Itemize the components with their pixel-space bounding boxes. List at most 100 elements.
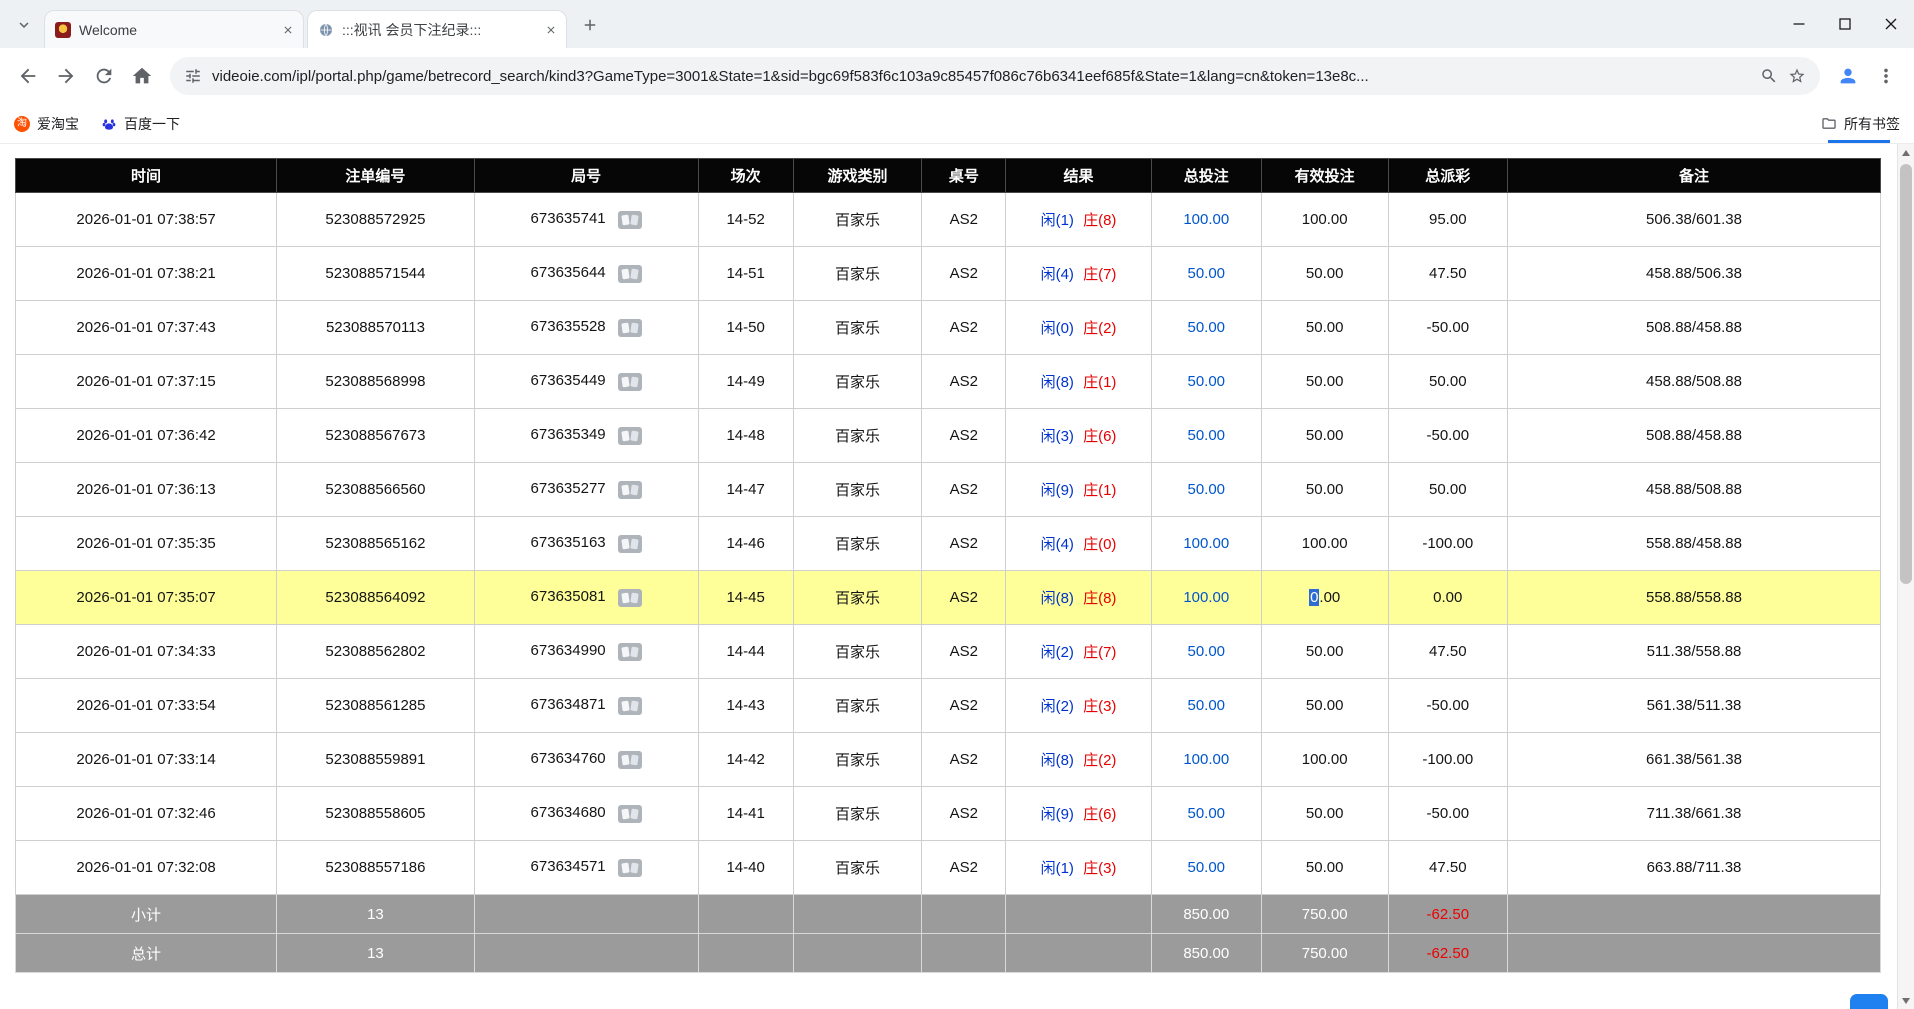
home-button[interactable] [124,58,160,94]
refresh-button[interactable] [86,58,122,94]
subtotal-label: 小计 [16,895,277,934]
cell-remark: 663.88/711.38 [1507,841,1880,895]
total-bet-link[interactable]: 50.00 [1187,805,1225,822]
scrollbar-up-arrow[interactable] [1898,144,1914,161]
view-cards-icon[interactable] [618,751,642,769]
scrollbar-down-arrow[interactable] [1898,992,1914,1009]
minimize-button[interactable] [1776,0,1822,48]
view-cards-icon[interactable] [618,265,642,283]
view-cards-icon[interactable] [618,535,642,553]
cell-time: 2026-01-01 07:35:35 [16,517,277,571]
cell-time: 2026-01-01 07:33:14 [16,733,277,787]
table-row[interactable]: 2026-01-01 07:32:46 523088558605 6736346… [16,787,1881,841]
table-row[interactable]: 2026-01-01 07:35:35 523088565162 6736351… [16,517,1881,571]
col-header-time: 时间 [16,159,277,193]
result-player: 闲(3) [1041,428,1074,445]
view-cards-icon[interactable] [618,319,642,337]
total-bet-link[interactable]: 50.00 [1187,265,1225,282]
cell-table-no: AS2 [922,571,1006,625]
total-bet-link[interactable]: 50.00 [1187,427,1225,444]
cell-result: 闲(8) 庄(1) [1006,355,1151,409]
bookmark-baidu[interactable]: 百度一下 [101,114,180,134]
page-scrollbar[interactable] [1897,144,1914,1009]
cell-round: 673635277 [474,463,698,517]
cell-total-bet: 50.00 [1151,355,1261,409]
result-player: 闲(9) [1041,806,1074,823]
new-tab-button[interactable] [576,11,604,39]
total-bet-link[interactable]: 100.00 [1183,751,1229,768]
cell-payout: -100.00 [1388,517,1507,571]
forward-button[interactable] [48,58,84,94]
total-bet-link[interactable]: 50.00 [1187,481,1225,498]
address-bar[interactable]: videoie.com/ipl/portal.php/game/betrecor… [170,57,1820,95]
tab-close-icon[interactable] [542,21,560,39]
scrollbar-thumb[interactable] [1900,164,1912,584]
bookmark-taobao[interactable]: 淘 爱淘宝 [14,114,79,134]
cell-game-type: 百家乐 [793,679,922,733]
cell-remark: 508.88/458.88 [1507,409,1880,463]
table-row[interactable]: 2026-01-01 07:37:15 523088568998 6736354… [16,355,1881,409]
table-row[interactable]: 2026-01-01 07:36:42 523088567673 6736353… [16,409,1881,463]
profile-button[interactable] [1830,58,1866,94]
total-bet-link[interactable]: 50.00 [1187,373,1225,390]
close-window-button[interactable] [1868,0,1914,48]
table-row[interactable]: 2026-01-01 07:35:07 523088564092 6736350… [16,571,1881,625]
tab-welcome[interactable]: Welcome [44,10,304,48]
all-bookmarks-button[interactable]: 所有书签 [1821,114,1900,134]
total-bet-link[interactable]: 50.00 [1187,643,1225,660]
result-player: 闲(1) [1041,212,1074,229]
cell-time: 2026-01-01 07:32:08 [16,841,277,895]
cell-valid-bet: 50.00 [1261,409,1388,463]
view-cards-icon[interactable] [618,211,642,229]
view-cards-icon[interactable] [618,697,642,715]
cell-remark: 661.38/561.38 [1507,733,1880,787]
table-row[interactable]: 2026-01-01 07:34:33 523088562802 6736349… [16,625,1881,679]
view-cards-icon[interactable] [618,481,642,499]
site-info-icon[interactable] [184,67,202,85]
round-number: 673635163 [531,534,606,551]
view-cards-icon[interactable] [618,589,642,607]
baidu-paw-icon [101,116,117,132]
total-bet-link[interactable]: 50.00 [1187,697,1225,714]
total-bet-link[interactable]: 100.00 [1183,589,1229,606]
three-dots-icon [1875,65,1897,87]
result-banker: 庄(1) [1083,482,1116,499]
zoom-icon[interactable] [1760,67,1778,85]
empty-cell [1507,934,1880,973]
back-button[interactable] [10,58,46,94]
table-row[interactable]: 2026-01-01 07:36:13 523088566560 6736352… [16,463,1881,517]
table-row[interactable]: 2026-01-01 07:33:54 523088561285 6736348… [16,679,1881,733]
cell-time: 2026-01-01 07:38:21 [16,247,277,301]
menu-button[interactable] [1868,58,1904,94]
tab-betrecord[interactable]: :::视讯 会员下注纪录::: [307,10,567,48]
total-bet-link[interactable]: 100.00 [1183,535,1229,552]
total-bet-link[interactable]: 50.00 [1187,859,1225,876]
maximize-button[interactable] [1822,0,1868,48]
table-row[interactable]: 2026-01-01 07:32:08 523088557186 6736345… [16,841,1881,895]
view-cards-icon[interactable] [618,859,642,877]
total-bet-link[interactable]: 100.00 [1183,211,1229,228]
cell-total-bet: 50.00 [1151,463,1261,517]
table-row[interactable]: 2026-01-01 07:38:21 523088571544 6736356… [16,247,1881,301]
table-row[interactable]: 2026-01-01 07:33:14 523088559891 6736347… [16,733,1881,787]
subtotal-row: 小计 13 850.00 750.00 -62.50 [16,895,1881,934]
view-cards-icon[interactable] [618,805,642,823]
tab-close-icon[interactable] [279,21,297,39]
cell-valid-bet: 0.00 [1261,571,1388,625]
view-cards-icon[interactable] [618,373,642,391]
cell-table-no: AS2 [922,841,1006,895]
view-cards-icon[interactable] [618,427,642,445]
corner-blue-button[interactable] [1850,994,1888,1009]
round-number: 673635349 [531,426,606,443]
total-bet-link[interactable]: 50.00 [1187,319,1225,336]
total-payout: -62.50 [1388,934,1507,973]
bookmark-star-icon[interactable] [1788,67,1806,85]
table-row[interactable]: 2026-01-01 07:37:43 523088570113 6736355… [16,301,1881,355]
table-row[interactable]: 2026-01-01 07:38:57 523088572925 6736357… [16,193,1881,247]
cell-valid-bet: 50.00 [1261,679,1388,733]
round-number: 673634680 [531,804,606,821]
cell-session: 14-47 [698,463,793,517]
view-cards-icon[interactable] [618,643,642,661]
total-row: 总计 13 850.00 750.00 -62.50 [16,934,1881,973]
tab-search-button[interactable] [10,11,38,39]
